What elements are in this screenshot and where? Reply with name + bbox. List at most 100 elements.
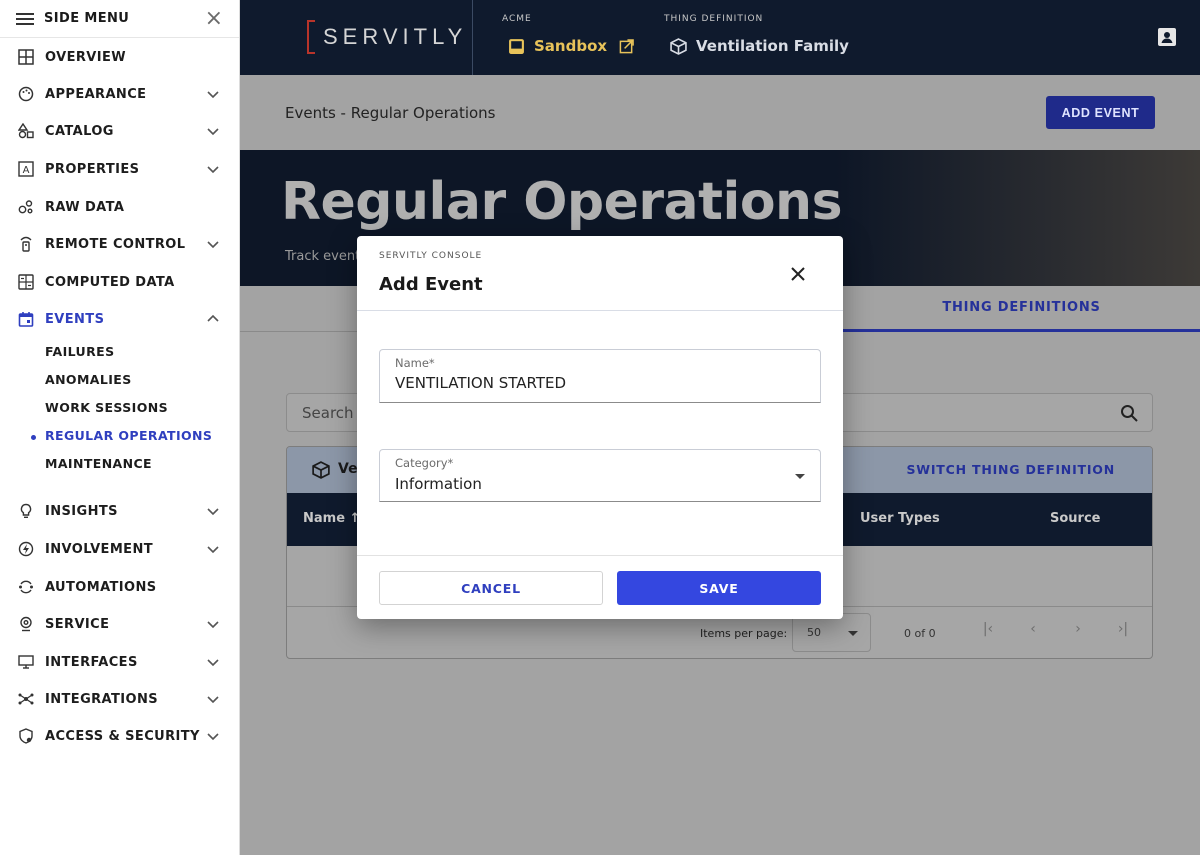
add-event-dialog: SERVITLY CONSOLE Add Event Name* Categor… <box>357 236 843 619</box>
next-page-icon[interactable]: › <box>1067 621 1089 643</box>
cancel-button[interactable]: CANCEL <box>379 571 603 605</box>
name-field[interactable]: Name* <box>379 349 821 403</box>
nav-remote-control[interactable]: REMOTE CONTROL <box>0 229 240 259</box>
nav-raw-data[interactable]: RAW DATA <box>0 192 240 222</box>
network-icon <box>16 689 36 709</box>
close-icon <box>791 266 805 281</box>
letter-a-icon: A <box>16 159 36 179</box>
calculator-icon <box>16 272 36 292</box>
account-icon[interactable] <box>1158 28 1176 46</box>
chevron-down-icon <box>207 128 219 136</box>
shapes-icon <box>16 121 36 141</box>
items-per-page-label: Items per page: <box>700 627 788 640</box>
chevron-down-icon <box>207 166 219 174</box>
remote-icon <box>16 234 36 254</box>
subnav-failures[interactable]: FAILURES <box>45 344 114 364</box>
close-menu-icon[interactable]: × <box>205 7 223 30</box>
open-external-icon[interactable] <box>619 38 634 54</box>
bolt-circle-icon <box>16 539 36 559</box>
column-name[interactable]: Name ↑ <box>303 511 360 526</box>
nav-involvement[interactable]: INVOLVEMENT <box>0 534 240 564</box>
panel-title: Ve <box>338 461 358 477</box>
nav-access-security-label: ACCESS & SECURITY <box>45 728 200 744</box>
nav-automations[interactable]: AUTOMATIONS <box>0 572 240 602</box>
nav-insights-label: INSIGHTS <box>45 503 118 519</box>
chevron-up-icon <box>207 314 219 322</box>
palette-icon <box>16 84 36 104</box>
page-range: 0 of 0 <box>904 627 936 640</box>
chevron-down-icon <box>207 733 219 741</box>
cube-icon <box>670 37 687 55</box>
page-subtitle: Track event <box>285 249 361 264</box>
subnav-regular-operations[interactable]: REGULAR OPERATIONS <box>30 428 212 448</box>
thing-definition-value: Ventilation Family <box>696 37 849 55</box>
shield-lock-icon <box>16 726 36 746</box>
dialog-title: Add Event <box>379 274 483 295</box>
page-header: Events - Regular Operations ADD EVENT <box>240 75 1200 150</box>
category-select[interactable]: Category* Information <box>379 449 821 502</box>
cube-icon <box>312 461 330 479</box>
column-name-label: Name <box>303 511 346 526</box>
servitly-logo[interactable]: SERVITLY <box>307 20 467 54</box>
breadcrumb: Events - Regular Operations <box>285 104 496 122</box>
chevron-down-icon <box>207 91 219 99</box>
nav-appearance[interactable]: APPEARANCE <box>0 79 240 109</box>
chevron-down-icon <box>207 659 219 667</box>
inbox-icon <box>509 38 524 54</box>
previous-page-icon[interactable]: ‹ <box>1022 621 1044 643</box>
tenant-selector[interactable]: Sandbox <box>508 37 634 55</box>
nav-events-label: EVENTS <box>45 311 105 327</box>
category-value: Information <box>395 475 482 493</box>
nav-involvement-label: INVOLVEMENT <box>45 541 154 557</box>
monitor-icon <box>16 652 36 672</box>
column-user-types[interactable]: User Types <box>860 511 940 526</box>
nav-overview[interactable]: OVERVIEW <box>0 42 240 72</box>
grid-icon <box>16 47 36 67</box>
dropdown-arrow-icon <box>795 474 805 479</box>
nav-integrations[interactable]: INTEGRATIONS <box>0 684 240 714</box>
subnav-maintenance[interactable]: MAINTENANCE <box>45 456 152 476</box>
last-page-icon[interactable]: ›| <box>1112 621 1134 643</box>
nav-automations-label: AUTOMATIONS <box>45 579 157 595</box>
chevron-down-icon <box>207 241 219 249</box>
nav-catalog[interactable]: CATALOG <box>0 116 240 146</box>
calendar-icon <box>16 309 36 329</box>
nav-service[interactable]: SERVICE <box>0 609 240 639</box>
subnav-work-sessions[interactable]: WORK SESSIONS <box>45 400 168 420</box>
dialog-divider <box>357 310 843 311</box>
nav-raw-data-label: RAW DATA <box>45 199 125 215</box>
logo-text: SERVITLY <box>323 24 468 49</box>
nav-interfaces[interactable]: INTERFACES <box>0 647 240 677</box>
nav-appearance-label: APPEARANCE <box>45 86 147 102</box>
column-source[interactable]: Source <box>1050 511 1100 526</box>
nav-remote-control-label: REMOTE CONTROL <box>45 236 186 252</box>
lightbulb-icon <box>16 501 36 521</box>
switch-thing-definition-button[interactable]: SWITCH THING DEFINITION <box>906 462 1115 477</box>
chevron-down-icon <box>207 508 219 516</box>
search-placeholder: Search <box>302 404 354 422</box>
dialog-eyebrow: SERVITLY CONSOLE <box>379 251 483 261</box>
nav-events[interactable]: EVENTS <box>0 304 240 334</box>
svg-text:A: A <box>23 165 30 176</box>
name-field-label: Name* <box>395 356 435 370</box>
close-dialog-button[interactable] <box>788 265 808 285</box>
nav-properties[interactable]: A PROPERTIES <box>0 154 240 184</box>
search-icon[interactable] <box>1120 404 1138 422</box>
nav-overview-label: OVERVIEW <box>45 49 126 65</box>
items-per-page-value: 50 <box>807 626 821 639</box>
tab-thing-definitions[interactable]: THING DEFINITIONS <box>843 286 1200 332</box>
side-menu-title: SIDE MENU <box>44 11 130 26</box>
save-button[interactable]: SAVE <box>617 571 821 605</box>
subnav-anomalies[interactable]: ANOMALIES <box>45 372 132 392</box>
category-field-label: Category* <box>395 456 454 470</box>
hamburger-icon[interactable] <box>16 12 34 26</box>
thing-definition-selector[interactable]: Ventilation Family <box>670 37 849 55</box>
nav-properties-label: PROPERTIES <box>45 161 140 177</box>
nav-access-security[interactable]: ACCESS & SECURITY <box>0 721 240 751</box>
add-event-button[interactable]: ADD EVENT <box>1046 96 1155 129</box>
nav-computed-data[interactable]: COMPUTED DATA <box>0 267 240 297</box>
name-input[interactable] <box>395 374 795 392</box>
service-icon <box>16 614 36 634</box>
nav-insights[interactable]: INSIGHTS <box>0 496 240 526</box>
first-page-icon[interactable]: |‹ <box>977 621 999 643</box>
